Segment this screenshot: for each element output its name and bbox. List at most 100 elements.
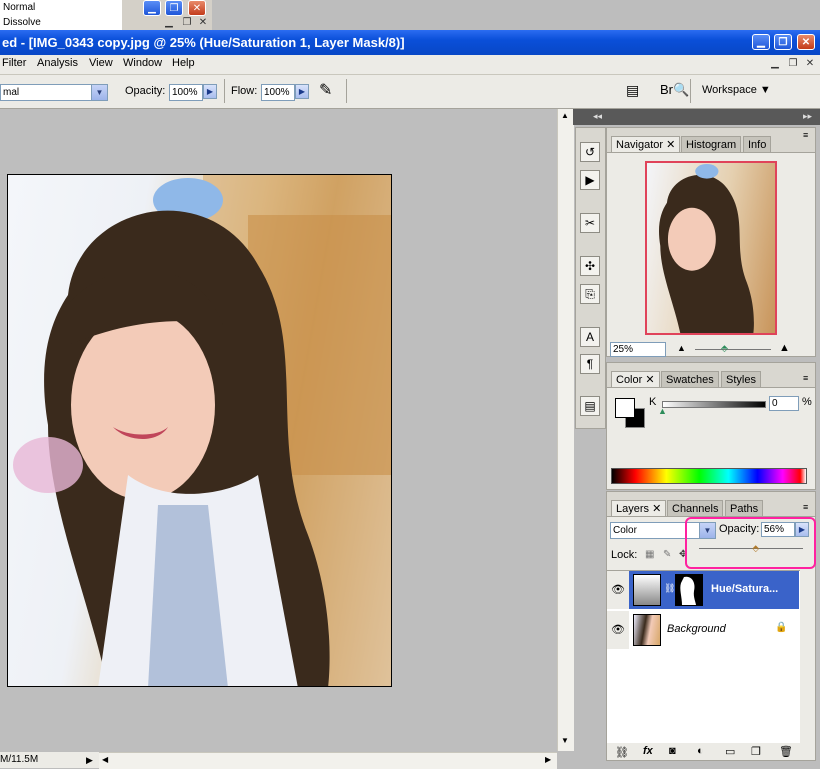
lock-pixels-icon[interactable]: ✎ [663,549,671,560]
flow-value: 100% [264,87,290,98]
zoom-slider-thumb[interactable]: ⬘ [721,343,728,354]
clone-source-icon[interactable]: ⎘ [580,284,600,304]
zoom-input[interactable]: 25% [610,342,666,357]
tab-paths[interactable]: Paths [725,500,764,516]
opacity-slider-button[interactable]: ▶ [203,84,217,99]
adjustment-thumbnail[interactable] [633,574,661,606]
k-slider-thumb[interactable]: ▲ [658,406,667,416]
scroll-up-icon[interactable]: ▲ [561,111,569,120]
layer-list: 👁 ⛓ Hue/Satura... 👁 Background 🔒 [607,570,800,743]
zoom-out-icon[interactable]: ▲ [677,343,686,353]
menu-analysis[interactable]: Analysis [37,57,78,69]
menu-help[interactable]: Help [172,57,195,69]
window-restore-button[interactable]: ❐ [774,34,792,50]
layer-comps-icon[interactable]: ▤ [580,396,600,416]
mask-icon[interactable]: ◙ [669,745,676,757]
workspace-button[interactable]: Workspace ▼ [702,84,771,96]
flow-input[interactable]: 100% [261,84,295,101]
blend-mode-normal[interactable]: Normal [0,0,122,15]
workspace-label: Workspace [702,84,757,96]
close-button[interactable]: ✕ [188,0,206,16]
menu-view[interactable]: View [89,57,113,69]
fx-icon[interactable]: fx [643,745,653,757]
history-icon[interactable]: ↺ [580,142,600,162]
mode-select[interactable]: mal ▼ [0,84,108,101]
doc-restore-icon[interactable]: ❐ [786,58,800,70]
group-icon[interactable]: ▭ [725,745,735,758]
k-slider-track[interactable] [662,401,766,408]
status-menu-icon[interactable]: ▶ [86,752,93,768]
visibility-eye-icon[interactable]: 👁 [607,571,629,609]
layer-mask-thumbnail[interactable] [675,574,703,606]
tab-styles[interactable]: Styles [721,371,761,387]
image-canvas[interactable] [7,174,392,687]
tab-channels[interactable]: Channels [667,500,724,516]
actions-icon[interactable]: ▶ [580,170,600,190]
tab-info[interactable]: Info [743,136,772,152]
panel-menu-icon[interactable]: ≡ [803,502,808,512]
layer-name[interactable]: Background [667,623,726,635]
zoom-slider-track[interactable] [695,349,771,350]
color-ramp[interactable] [611,468,807,484]
opacity-highlight-annotation [685,517,816,569]
window-minimize-button[interactable]: ▁ [752,34,770,50]
separator [224,79,225,103]
tab-navigator[interactable]: Navigator ✕ [611,136,681,152]
separator [690,79,691,103]
lock-transparency-icon[interactable]: ▦ [645,549,654,560]
airbrush-icon[interactable]: ✎ [319,80,332,100]
doc-restore-icon[interactable]: ❐ [180,17,194,29]
foreground-swatch[interactable] [615,398,635,418]
layer-row-hue-saturation[interactable]: 👁 ⛓ Hue/Satura... [607,571,799,609]
trash-icon[interactable]: 🗑 [779,745,793,758]
restore-button[interactable]: ❐ [165,0,183,16]
vertical-scrollbar[interactable]: ▲ ▼ [557,109,574,751]
menu-filter[interactable]: Filter [2,57,26,69]
paragraph-icon[interactable]: ¶ [580,354,600,374]
doc-minimize-icon[interactable]: ▁ [162,17,176,29]
tab-color[interactable]: Color ✕ [611,371,660,387]
doc-close-icon[interactable]: ✕ [196,17,210,29]
mask-shape [680,576,696,605]
scroll-down-icon[interactable]: ▼ [561,736,569,745]
layer-name[interactable]: Hue/Satura... [711,583,778,595]
window-close-button[interactable]: ✕ [797,34,815,50]
link-icon[interactable]: ⛓ [615,746,629,759]
menu-window[interactable]: Window [123,57,162,69]
tab-layers[interactable]: Layers ✕ [611,500,667,516]
tools-icon[interactable]: ✂ [580,213,600,233]
brushes-icon[interactable]: ✣ [580,256,600,276]
doc-minimize-icon[interactable]: ▁ [768,58,782,70]
palette-well-icon[interactable]: ▤ [626,82,639,99]
panel-menu-icon[interactable]: ≡ [803,130,808,140]
panel-menu-icon[interactable]: ≡ [803,373,808,383]
percent-label: % [802,396,812,408]
chain-link-icon[interactable]: ⛓ [664,583,675,594]
navigator-preview[interactable] [645,161,777,335]
scroll-right-icon[interactable]: ▶ [545,755,551,764]
scroll-left-icon[interactable]: ◀ [102,755,108,764]
expand-icon[interactable]: ▸▸ [803,111,812,122]
doc-close-icon[interactable]: ✕ [803,58,817,70]
blend-mode-dissolve[interactable]: Dissolve [0,15,122,30]
window-title: ed - [IMG_0343 copy.jpg @ 25% (Hue/Satur… [2,35,405,50]
character-icon[interactable]: A [580,327,600,347]
bridge-icon[interactable]: Br🔍 [660,82,689,98]
zoom-in-icon[interactable]: ▲ [779,342,790,354]
tab-histogram[interactable]: Histogram [681,136,742,152]
mode-value: mal [3,87,20,98]
new-layer-icon[interactable]: ❐ [751,745,761,758]
zoom-value: 25% [613,344,634,355]
tab-swatches[interactable]: Swatches [661,371,719,387]
photo-illustration [13,175,391,686]
background-thumbnail[interactable] [633,614,661,646]
collapse-icon[interactable]: ◂◂ [593,111,602,122]
flow-slider-button[interactable]: ▶ [295,84,309,99]
visibility-eye-icon[interactable]: 👁 [607,611,629,649]
layer-row-background[interactable]: 👁 Background 🔒 [607,611,799,649]
horizontal-scrollbar[interactable]: ◀ ▶ [99,752,557,769]
adjustment-icon[interactable]: ◐ [697,745,704,757]
minimize-button[interactable]: ▁ [143,0,161,16]
opacity-input[interactable]: 100% [169,84,203,101]
k-value-input[interactable]: 0 [769,396,799,411]
